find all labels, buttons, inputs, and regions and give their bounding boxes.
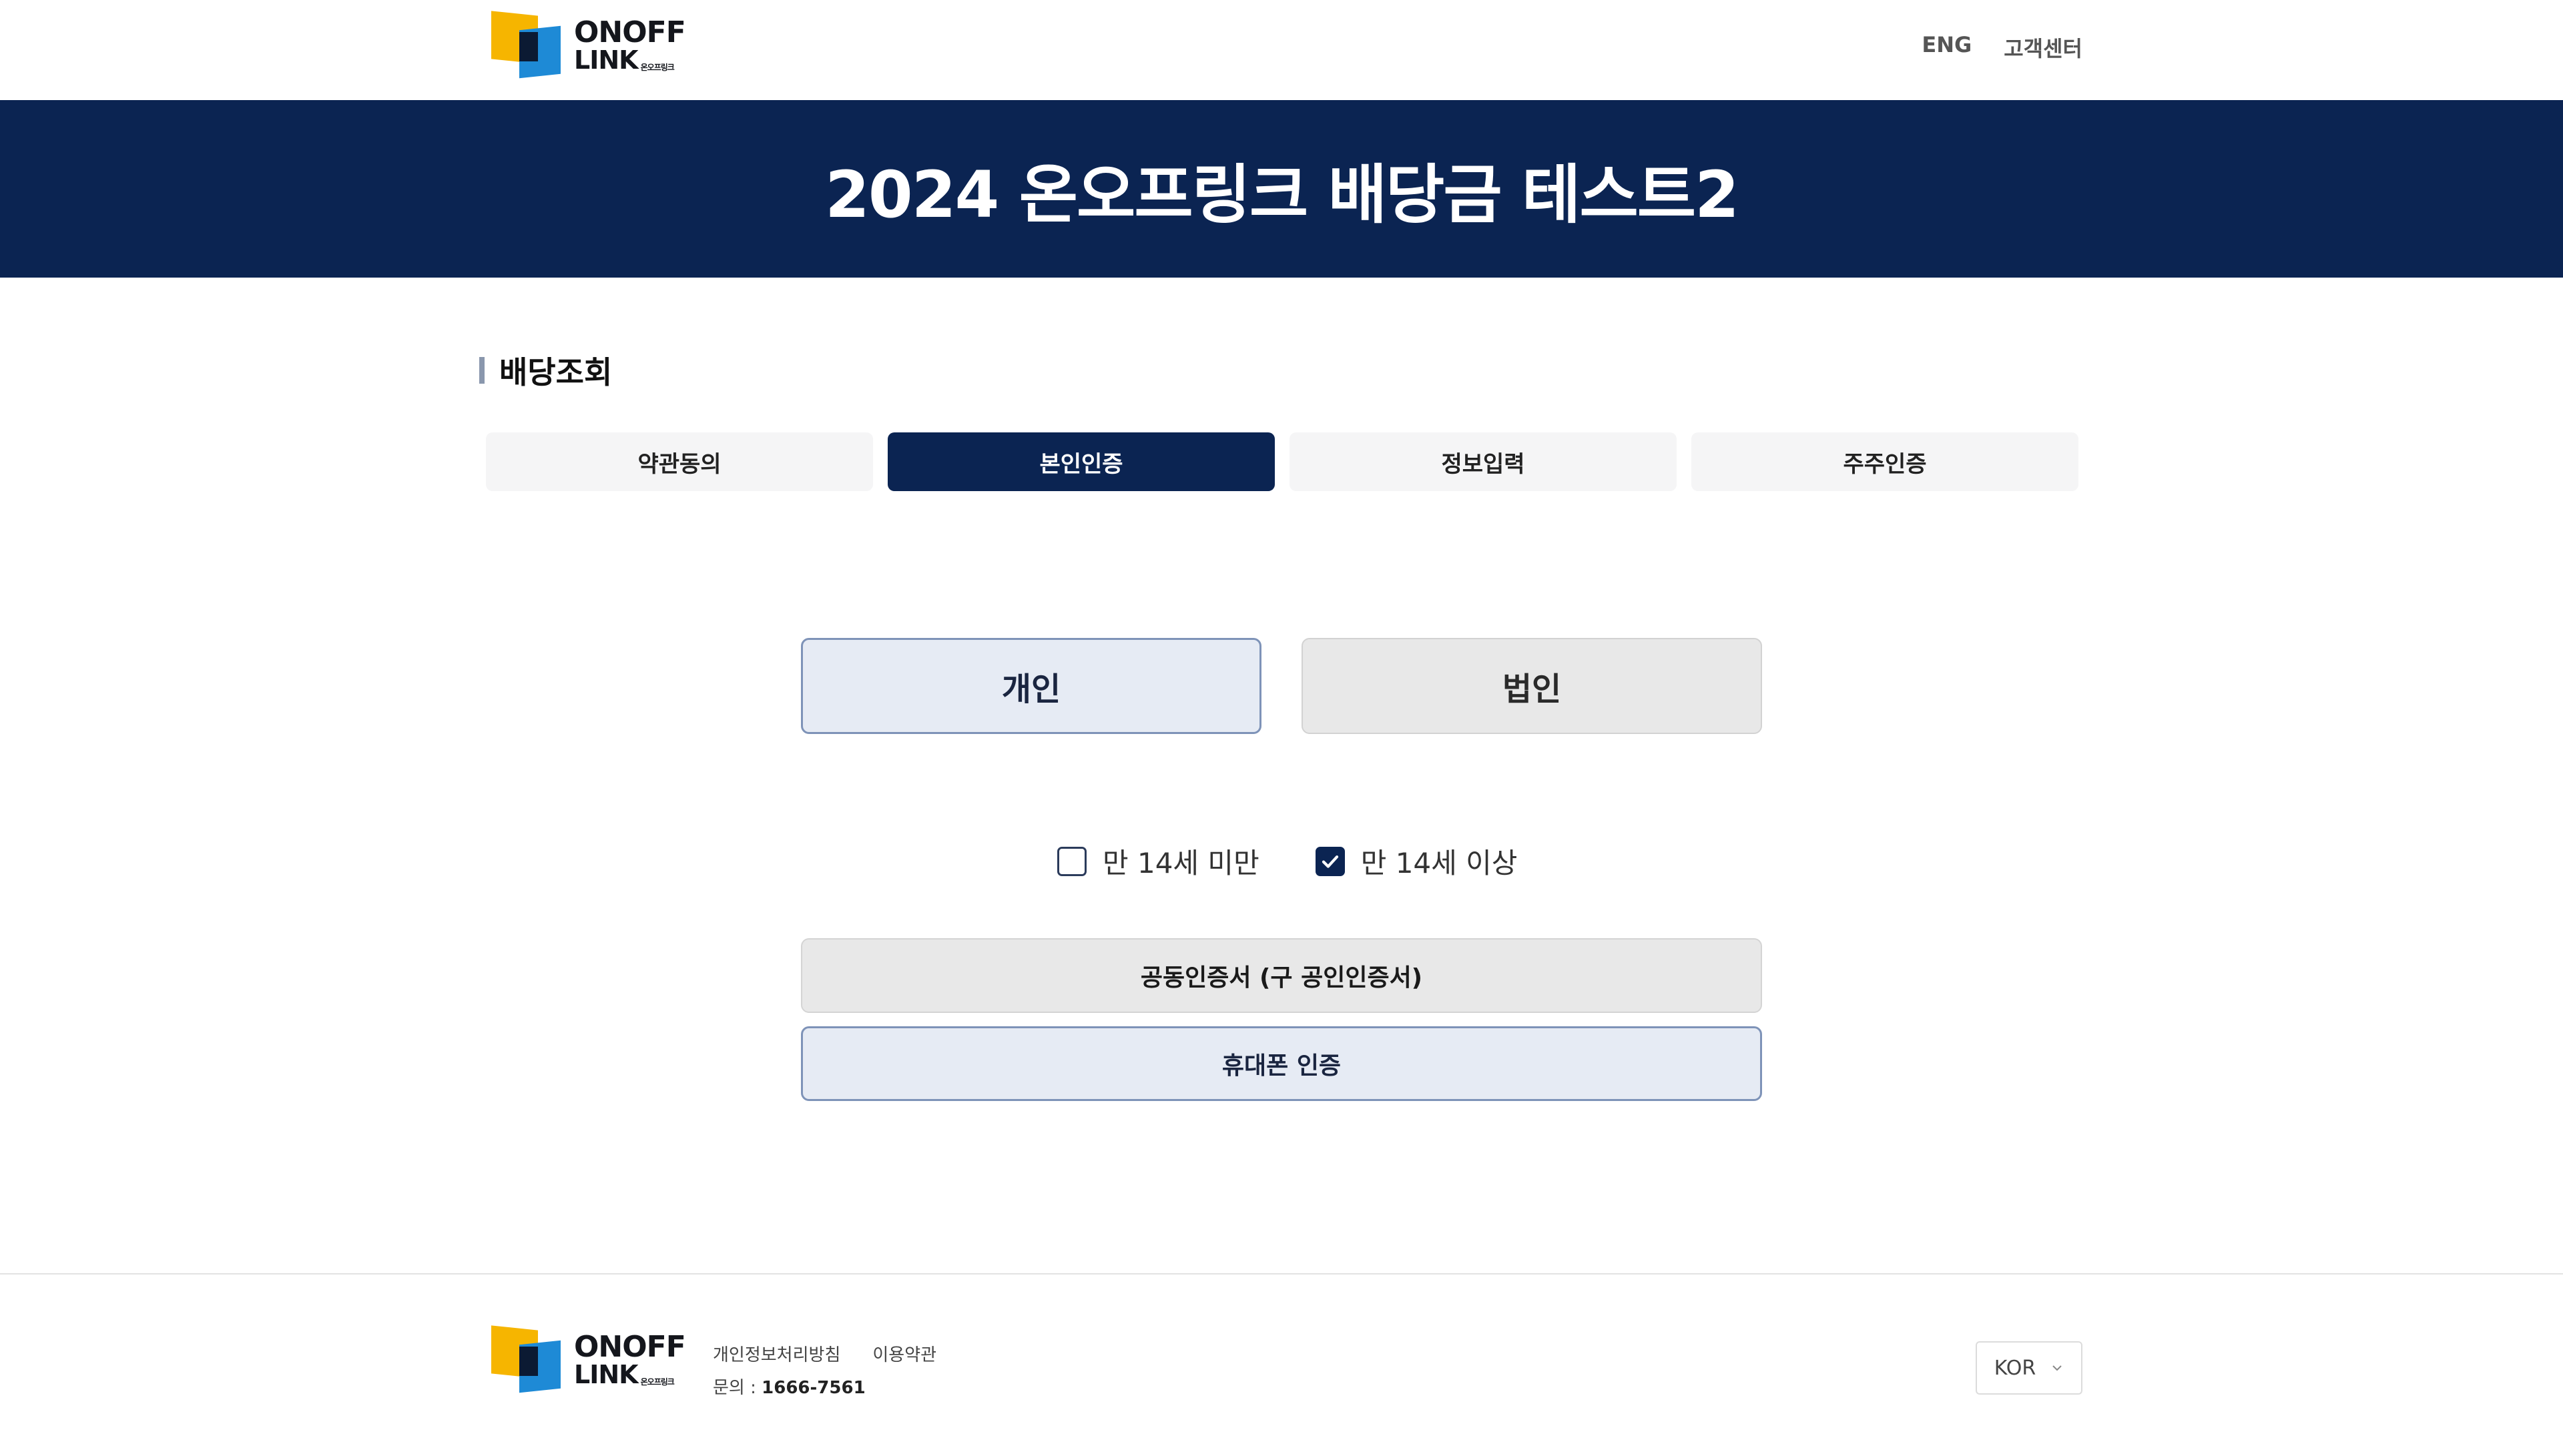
contact-number: 1666-7561	[762, 1378, 866, 1398]
over-14-option[interactable]: 만 14세 이상	[1315, 841, 1518, 881]
logo-text: ONOFF LINK 온오프링크	[574, 15, 686, 73]
footer-logo-line2: LINK 온오프링크	[574, 1362, 685, 1387]
logo-line2: LINK 온오프링크	[574, 47, 685, 73]
footer-links: 개인정보처리방침 이용약관 문의 : 1666-7561	[713, 1341, 936, 1399]
member-type-toggle: 개인 법인	[801, 638, 1762, 734]
section-heading: 배당조회	[479, 348, 612, 392]
page-title: 2024 온오프링크 배당금 테스트2	[825, 157, 1739, 232]
language-select[interactable]: KOR	[1976, 1341, 2082, 1395]
support-link[interactable]: 고객센터	[2004, 32, 2082, 63]
step-terms[interactable]: 약관동의	[486, 432, 873, 491]
over-14-label: 만 14세 이상	[1360, 847, 1518, 879]
logo-small-text: 온오프링크	[640, 63, 675, 73]
logo[interactable]: ONOFF LINK 온오프링크	[491, 11, 686, 79]
step-info[interactable]: 정보입력	[1290, 432, 1677, 491]
step-shareholder[interactable]: 주주인증	[1691, 432, 2078, 491]
eng-link[interactable]: ENG	[1922, 32, 1972, 63]
footer-logo-line2-text: LINK	[574, 1359, 639, 1389]
title-banner: 2024 온오프링크 배당금 테스트2	[0, 100, 2563, 278]
section-heading-bar	[479, 357, 485, 384]
section-heading-text: 배당조회	[499, 354, 613, 390]
privacy-link[interactable]: 개인정보처리방침	[713, 1341, 840, 1366]
footer-logo-text: ONOFF LINK 온오프링크	[574, 1329, 686, 1387]
step-identity[interactable]: 본인인증	[888, 432, 1275, 491]
contact-info: 문의 : 1666-7561	[713, 1374, 936, 1399]
footer-logo-small-text: 온오프링크	[640, 1377, 675, 1387]
under-14-checkbox[interactable]	[1057, 846, 1087, 876]
contact-label: 문의 :	[713, 1378, 762, 1398]
footer-logo[interactable]: ONOFF LINK 온오프링크	[491, 1325, 686, 1393]
corporate-button[interactable]: 법인	[1302, 638, 1762, 734]
footer-logo-line1: ONOFF	[574, 1329, 686, 1364]
logo-mark-icon	[491, 11, 565, 79]
age-options: 만 14세 미만 만 14세 이상	[1057, 841, 1517, 881]
logo-line1: ONOFF	[574, 15, 686, 49]
over-14-checkbox[interactable]	[1315, 846, 1345, 876]
step-tabs: 약관동의 본인인증 정보입력 주주인증	[486, 432, 2078, 491]
site-header: ONOFF LINK 온오프링크 ENG 고객센터	[0, 0, 2563, 100]
phone-auth-button[interactable]: 휴대폰 인증	[801, 1026, 1762, 1101]
check-icon	[1322, 855, 1338, 868]
site-footer: ONOFF LINK 온오프링크 개인정보처리방침 이용약관 문의 : 1666…	[0, 1273, 2563, 1456]
footer-logo-mark-icon	[491, 1325, 565, 1393]
under-14-label: 만 14세 미만	[1103, 847, 1259, 879]
personal-button[interactable]: 개인	[801, 638, 1261, 734]
logo-line2-text: LINK	[574, 45, 639, 75]
terms-link[interactable]: 이용약관	[872, 1341, 936, 1366]
top-nav: ENG 고객센터	[1922, 32, 2082, 63]
certificate-auth-button[interactable]: 공동인증서 (구 공인인증서)	[801, 938, 1762, 1013]
under-14-option[interactable]: 만 14세 미만	[1057, 841, 1259, 881]
language-value: KOR	[1994, 1356, 2036, 1380]
chevron-down-icon	[2052, 1365, 2062, 1371]
